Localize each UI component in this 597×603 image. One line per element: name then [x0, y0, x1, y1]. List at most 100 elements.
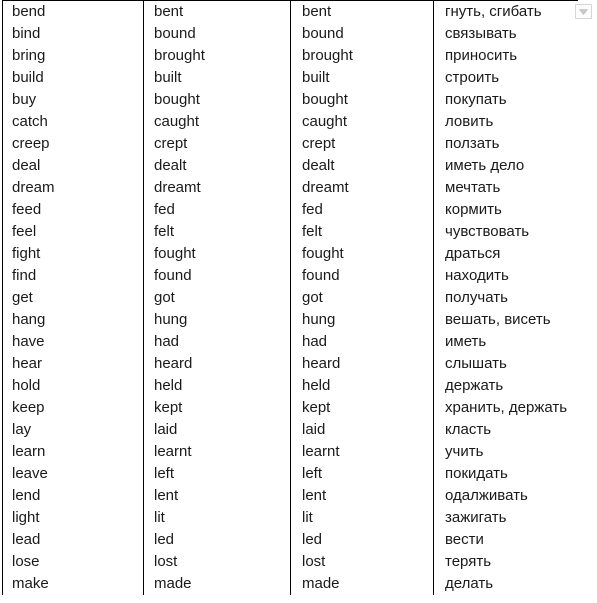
verb-table-scroll-area[interactable]: bend bent bent гнуть, сгибать bind bound bound…: [2, 0, 578, 603]
verb-cell-base: dream: [2, 177, 144, 199]
verb-cell-translation: держать: [433, 375, 578, 397]
table-row: bind bound bound связывать: [2, 23, 578, 45]
verb-cell-translation: класть: [433, 419, 578, 441]
verb-cell-translation: ловить: [433, 111, 578, 133]
verb-cell-past: laid: [143, 419, 291, 441]
verb-cell-base: deal: [2, 155, 144, 177]
verb-cell-translation: слышать: [433, 353, 578, 375]
verb-cell-participle: made: [290, 573, 434, 595]
verb-cell-translation: иметь дело: [433, 155, 578, 177]
verb-cell-base: bind: [2, 23, 144, 45]
chevron-down-icon: [579, 8, 588, 15]
table-row: fight fought fought драться: [2, 243, 578, 265]
table-row: build built built строить: [2, 67, 578, 89]
verb-cell-participle: bent: [290, 0, 434, 23]
table-row: deal dealt dealt иметь дело: [2, 155, 578, 177]
table-row: learn learnt learnt учить: [2, 441, 578, 463]
verb-cell-participle: got: [290, 287, 434, 309]
verb-cell-base: find: [2, 265, 144, 287]
table-row: make made made делать: [2, 573, 578, 595]
verb-cell-past: made: [143, 573, 291, 595]
table-row: buy bought bought покупать: [2, 89, 578, 111]
verb-cell-base: lead: [2, 529, 144, 551]
verb-cell-base: fight: [2, 243, 144, 265]
verb-cell-participle: fought: [290, 243, 434, 265]
table-row: bring brought brought приносить: [2, 45, 578, 67]
verb-cell-translation: находить: [433, 265, 578, 287]
verb-cell-translation: иметь: [433, 331, 578, 353]
verb-cell-past: found: [143, 265, 291, 287]
verb-cell-base: buy: [2, 89, 144, 111]
verb-cell-base: leave: [2, 463, 144, 485]
verb-cell-participle: dealt: [290, 155, 434, 177]
table-row: lay laid laid класть: [2, 419, 578, 441]
verb-cell-past: kept: [143, 397, 291, 419]
verb-cell-translation: одалживать: [433, 485, 578, 507]
verb-cell-translation: получать: [433, 287, 578, 309]
verb-cell-participle: dreamt: [290, 177, 434, 199]
table-row: creep crept crept ползать: [2, 133, 578, 155]
verb-cell-translation: покупать: [433, 89, 578, 111]
verb-cell-past: lost: [143, 551, 291, 573]
verb-cell-participle: bound: [290, 23, 434, 45]
verb-cell-past: bent: [143, 0, 291, 23]
verb-cell-base: bend: [2, 0, 144, 23]
scroll-collapse-dropdown-button[interactable]: [575, 4, 592, 19]
verb-cell-translation: вешать, висеть: [433, 309, 578, 331]
verb-cell-participle: held: [290, 375, 434, 397]
verb-cell-participle: had: [290, 331, 434, 353]
verb-cell-past: got: [143, 287, 291, 309]
table-row: hear heard heard слышать: [2, 353, 578, 375]
table-row: leave left left покидать: [2, 463, 578, 485]
irregular-verbs-table: bend bent bent гнуть, сгибать bind bound bound…: [2, 0, 578, 595]
verb-cell-past: hung: [143, 309, 291, 331]
verb-cell-base: get: [2, 287, 144, 309]
table-row: light lit lit зажигать: [2, 507, 578, 529]
verb-cell-participle: left: [290, 463, 434, 485]
verb-cell-past: learnt: [143, 441, 291, 463]
verb-cell-base: feel: [2, 221, 144, 243]
verb-cell-translation: зажигать: [433, 507, 578, 529]
verb-cell-past: lit: [143, 507, 291, 529]
verb-cell-base: light: [2, 507, 144, 529]
verb-cell-base: creep: [2, 133, 144, 155]
verb-cell-past: caught: [143, 111, 291, 133]
table-row: lose lost lost терять: [2, 551, 578, 573]
verb-cell-translation: гнуть, сгибать: [433, 0, 578, 23]
verb-cell-participle: found: [290, 265, 434, 287]
verb-cell-past: lent: [143, 485, 291, 507]
verb-cell-past: heard: [143, 353, 291, 375]
verb-cell-translation: приносить: [433, 45, 578, 67]
verb-cell-past: left: [143, 463, 291, 485]
table-row: bend bent bent гнуть, сгибать: [2, 0, 578, 23]
verb-cell-participle: heard: [290, 353, 434, 375]
verb-cell-base: build: [2, 67, 144, 89]
table-row: keep kept kept хранить, держать: [2, 397, 578, 419]
table-row: get got got получать: [2, 287, 578, 309]
verb-cell-past: had: [143, 331, 291, 353]
verb-cell-past: fought: [143, 243, 291, 265]
verb-cell-base: make: [2, 573, 144, 595]
verb-cell-translation: учить: [433, 441, 578, 463]
table-row: hang hung hung вешать, висеть: [2, 309, 578, 331]
verb-cell-participle: kept: [290, 397, 434, 419]
verb-cell-base: bring: [2, 45, 144, 67]
verb-cell-base: hear: [2, 353, 144, 375]
verb-cell-translation: делать: [433, 573, 578, 595]
verb-cell-translation: чувствовать: [433, 221, 578, 243]
verb-cell-participle: built: [290, 67, 434, 89]
verb-cell-past: led: [143, 529, 291, 551]
verb-cell-base: lose: [2, 551, 144, 573]
verb-cell-past: crept: [143, 133, 291, 155]
verb-cell-participle: brought: [290, 45, 434, 67]
verb-cell-past: dealt: [143, 155, 291, 177]
table-row: feel felt felt чувствовать: [2, 221, 578, 243]
verb-cell-past: felt: [143, 221, 291, 243]
table-row: have had had иметь: [2, 331, 578, 353]
verb-cell-base: catch: [2, 111, 144, 133]
verb-cell-past: held: [143, 375, 291, 397]
verb-cell-translation: драться: [433, 243, 578, 265]
verb-cell-base: feed: [2, 199, 144, 221]
verb-cell-base: learn: [2, 441, 144, 463]
verb-cell-translation: кормить: [433, 199, 578, 221]
